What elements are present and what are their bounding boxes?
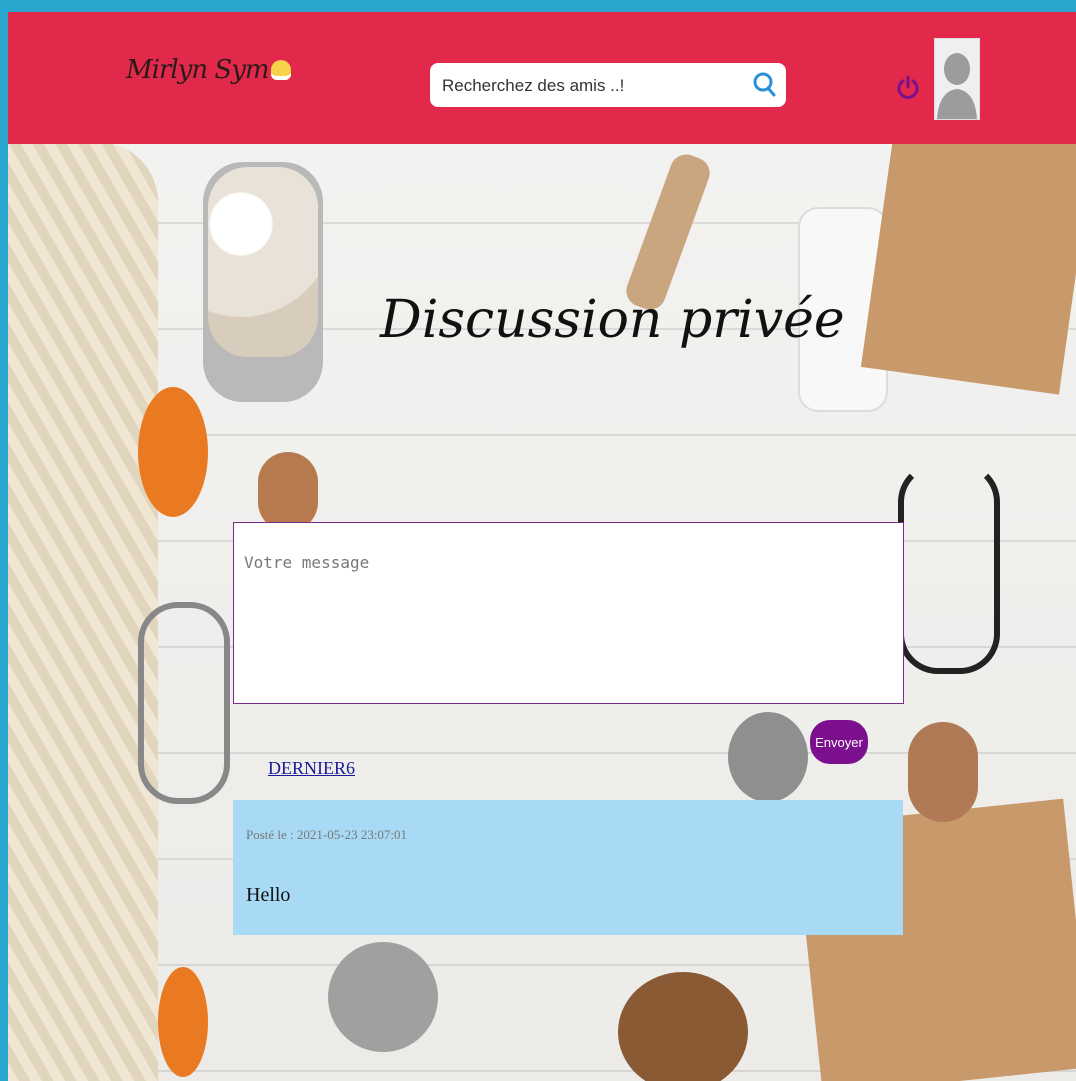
logo-text: Mirlyn Sym — [126, 55, 270, 85]
avatar[interactable] — [934, 38, 980, 120]
page-title: Discussion privée — [380, 290, 845, 350]
cupcake-icon — [270, 60, 291, 80]
user-silhouette-icon — [935, 39, 979, 119]
nuts-bowl-decoration — [618, 972, 748, 1081]
logout-power-icon[interactable] — [894, 73, 922, 101]
cookie-decoration — [258, 452, 318, 532]
message-composer — [233, 522, 904, 704]
send-button[interactable]: Envoyer — [810, 720, 868, 764]
site-logo[interactable]: Mirlyn Sym — [126, 55, 291, 85]
knit-blanket-decoration — [8, 142, 158, 1081]
cookie-cutter-decoration — [138, 602, 230, 804]
message-author-link[interactable]: DERNIER6 — [268, 758, 355, 779]
orange-decoration — [138, 387, 208, 517]
gift-box-decoration — [860, 109, 1076, 395]
marshmallow-decoration — [208, 167, 318, 357]
search-input[interactable] — [440, 73, 744, 99]
message-textarea[interactable] — [234, 523, 903, 703]
message-body: Hello — [246, 884, 291, 906]
tart-mold-decoration — [728, 712, 808, 802]
search-icon[interactable] — [750, 69, 780, 101]
cookie-decoration — [908, 722, 978, 822]
scissors-decoration — [898, 462, 1000, 674]
orange-decoration — [158, 967, 208, 1077]
message-card: Posté le : 2021-05-23 23:07:01 Hello — [233, 800, 903, 935]
message-date: Posté le : 2021-05-23 23:07:01 — [246, 827, 408, 842]
friend-search-box — [430, 63, 786, 107]
tart-mold-decoration — [328, 942, 438, 1052]
